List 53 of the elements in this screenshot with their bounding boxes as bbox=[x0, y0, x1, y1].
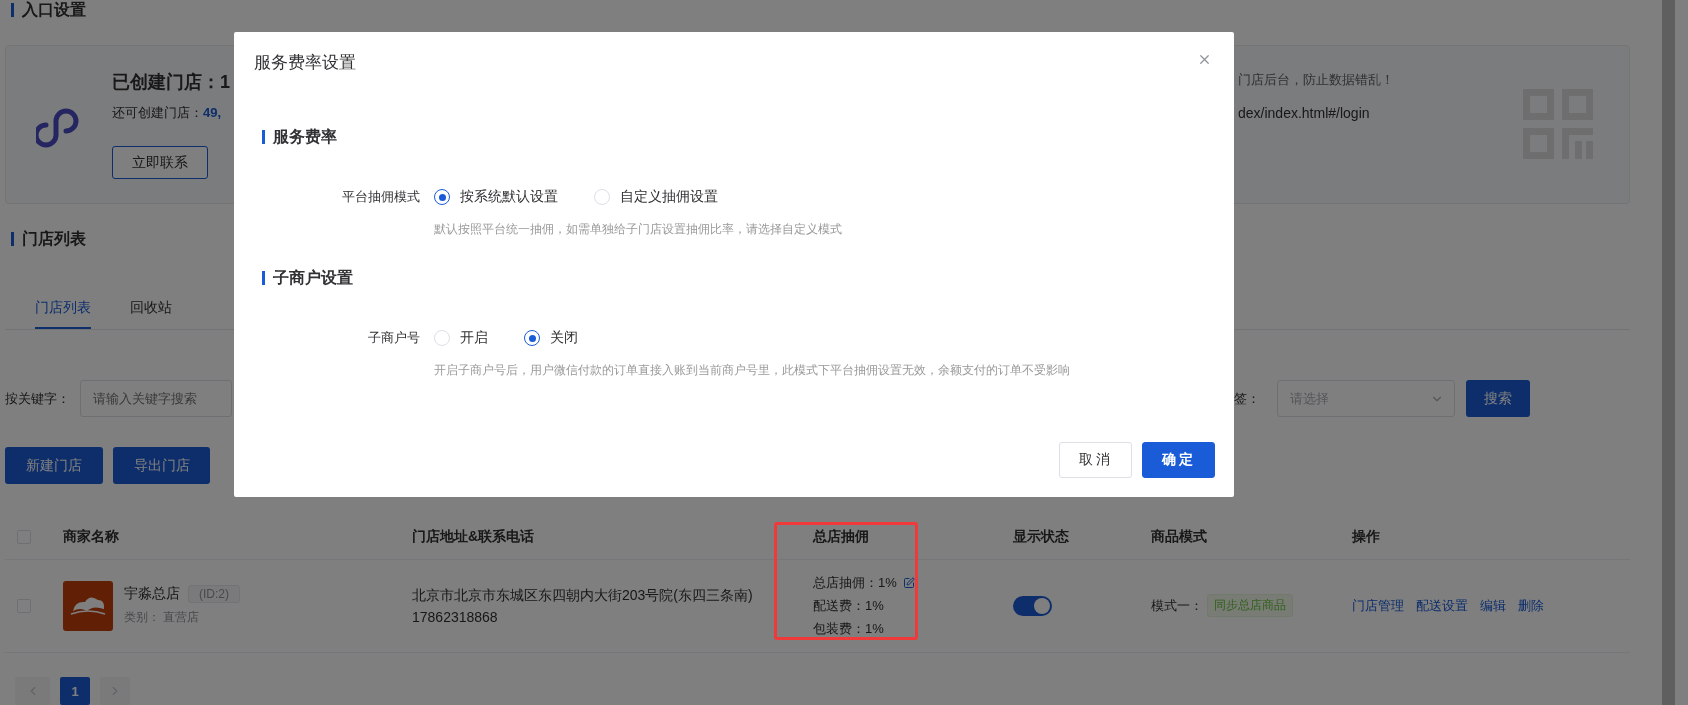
column-header: 操作 bbox=[1351, 527, 1381, 546]
operation-link[interactable]: 编辑 bbox=[1480, 596, 1506, 615]
prev-page-button[interactable] bbox=[15, 677, 50, 705]
notice-text: 门店后台，防止数据错乱！ bbox=[1238, 71, 1395, 89]
section-heading: 入口设置 bbox=[22, 0, 86, 20]
radio-label[interactable]: 自定义抽佣设置 bbox=[620, 188, 718, 206]
remaining-count: 还可创建门店：49, bbox=[112, 104, 222, 123]
dialog-section-heading: 子商户设置 bbox=[273, 267, 353, 288]
operation-link[interactable]: 门店管理 bbox=[1352, 596, 1404, 615]
mode-tag: 同步总店商品 bbox=[1207, 594, 1293, 618]
operation-link[interactable]: 删除 bbox=[1518, 596, 1544, 615]
operation-link[interactable]: 配送设置 bbox=[1416, 596, 1468, 615]
field-label: 子商户号 bbox=[367, 329, 420, 347]
store-logo-icon bbox=[63, 580, 113, 631]
field-hint: 开启子商户号后，用户微信付款的订单直接入账到当前商户号里，此模式下平台抽佣设置无效，余额支付的订单不受影响 bbox=[434, 362, 1071, 379]
dialog-section-heading: 服务费率 bbox=[273, 126, 337, 147]
column-header: 商品模式 bbox=[1150, 527, 1208, 546]
page-button[interactable]: 1 bbox=[60, 677, 90, 705]
store-address: 北京市北京市东城区东四朝内大街203号院(东四三条南) bbox=[412, 586, 754, 605]
scrollbar[interactable] bbox=[1662, 0, 1675, 705]
action-button[interactable]: 导出门店 bbox=[113, 447, 210, 485]
edit-icon[interactable] bbox=[902, 576, 915, 589]
radio-label[interactable]: 开启 bbox=[460, 329, 488, 347]
confirm-button[interactable]: 确定 bbox=[1142, 442, 1215, 478]
store-phone: 17862318868 bbox=[412, 608, 499, 625]
fee-text: 包装费：1% bbox=[813, 620, 884, 639]
radio-label[interactable]: 按系统默认设置 bbox=[460, 188, 558, 206]
radio-label[interactable]: 关闭 bbox=[550, 329, 578, 347]
login-url: dex/index.html#/login bbox=[1238, 104, 1371, 123]
dialog-title: 服务费率设置 bbox=[254, 52, 356, 74]
created-count: 已创建门店：1 bbox=[112, 71, 230, 95]
close-icon[interactable] bbox=[1197, 52, 1212, 67]
action-button[interactable]: 新建门店 bbox=[5, 447, 103, 485]
visibility-toggle[interactable] bbox=[1013, 595, 1052, 616]
keyword-label: 按关键字： bbox=[5, 389, 70, 408]
cancel-button[interactable]: 取消 bbox=[1059, 442, 1132, 478]
fee-text: 配送费：1% bbox=[813, 597, 884, 616]
field-hint: 默认按照平台统一抽佣，如需单独给子门店设置抽佣比率，请选择自定义模式 bbox=[434, 221, 843, 238]
keyword-field[interactable]: 请输入关键字搜索 bbox=[80, 380, 232, 418]
search-button[interactable]: 搜索 bbox=[1466, 380, 1530, 418]
tab[interactable]: 门店列表 bbox=[35, 299, 91, 330]
fee-text: 总店抽佣：1% bbox=[813, 574, 897, 593]
tab[interactable]: 回收站 bbox=[130, 299, 172, 330]
column-header: 门店地址&联系电话 bbox=[411, 527, 536, 546]
column-header: 商家名称 bbox=[62, 527, 120, 546]
next-page-button[interactable] bbox=[100, 677, 130, 705]
store-name: 宇淼总店 bbox=[124, 585, 180, 604]
tag-label: 签： bbox=[1234, 389, 1260, 408]
field-label: 平台抽佣模式 bbox=[341, 188, 420, 206]
contact-button[interactable]: 立即联系 bbox=[112, 146, 208, 180]
column-header: 总店抽佣 bbox=[811, 527, 870, 546]
section-heading: 门店列表 bbox=[22, 228, 86, 249]
column-header: 显示状态 bbox=[1012, 527, 1070, 546]
